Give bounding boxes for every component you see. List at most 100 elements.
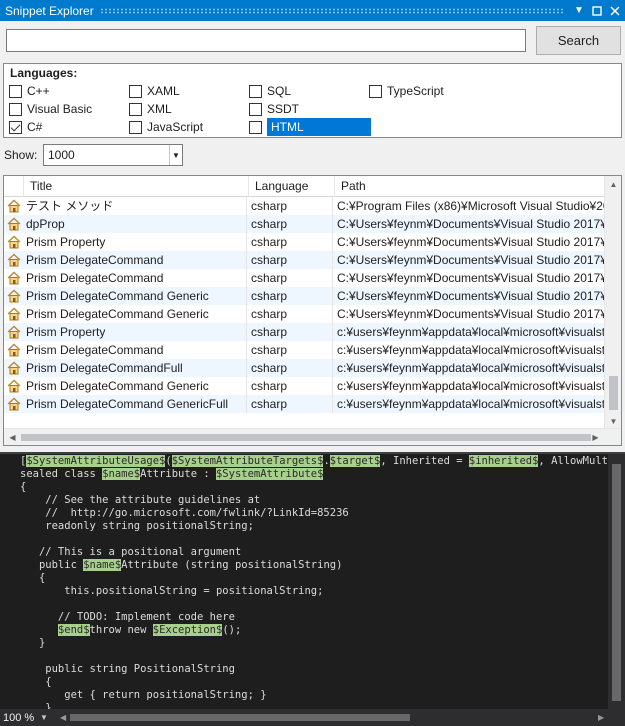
code-token: , Inherited =	[380, 455, 469, 467]
code-token: this.positionalString = positionalString…	[20, 585, 324, 597]
code-placeholder: $SystemAttributeUsage$	[26, 455, 166, 467]
scroll-right-icon[interactable]: ▶	[587, 429, 604, 445]
checkbox-cpp[interactable]: C++	[9, 82, 50, 100]
code-token: throw new	[89, 624, 153, 636]
checkbox-box[interactable]	[129, 84, 142, 98]
table-row[interactable]: Prism DelegateCommand csharp C:¥Users¥feyn…	[4, 269, 604, 287]
code-preview[interactable]: [$SystemAttributeUsage$($SystemAttribute…	[0, 452, 625, 709]
table-row[interactable]: Prism DelegateCommandFull csharp c:¥users¥…	[4, 359, 604, 377]
table-row[interactable]: Prism DelegateCommand GenericFull csharp c…	[4, 395, 604, 413]
checkbox-box[interactable]	[249, 120, 262, 134]
table-row[interactable]: Prism DelegateCommand Generic csharp c:¥us…	[4, 377, 604, 395]
cell-language: csharp	[247, 269, 333, 287]
show-count-select[interactable]: 1000 ▼	[43, 144, 183, 166]
table-row[interactable]: Prism Property csharp c:¥users¥feynm¥appda…	[4, 323, 604, 341]
cell-language: csharp	[247, 287, 333, 305]
table-row[interactable]: dpProp csharp C:¥Users¥feynm¥Documents¥Vis…	[4, 215, 604, 233]
header-icon-column	[4, 176, 24, 197]
checkbox-sql[interactable]: SQL	[249, 82, 291, 100]
cell-title: Prism DelegateCommand Generic	[24, 287, 247, 305]
scroll-right-icon[interactable]: ▶	[598, 709, 604, 726]
scroll-left-icon[interactable]: ◀	[4, 429, 21, 445]
cell-path: C:¥Users¥feynm¥Documents¥Visual Studio 2…	[337, 217, 604, 231]
cell-title: Prism Property	[24, 323, 247, 341]
code-line: // See the attribute guidelines at	[20, 494, 625, 507]
code-token: sealed class	[20, 468, 103, 480]
checkbox-label: JavaScript	[147, 120, 204, 134]
checkbox-typescript[interactable]: TypeScript	[369, 82, 444, 100]
scroll-thumb[interactable]	[612, 464, 621, 701]
title-grip[interactable]	[99, 7, 565, 14]
snippet-icon	[4, 325, 24, 339]
scroll-thumb[interactable]	[609, 376, 618, 410]
checkbox-label: HTML	[267, 118, 371, 136]
search-input[interactable]	[6, 29, 526, 52]
code-line: get { return positionalString; }	[20, 689, 625, 702]
cell-title: Prism DelegateCommand Generic	[24, 377, 247, 395]
cell-path: c:¥users¥feynm¥appdata¥local¥microsoft¥v…	[337, 379, 604, 393]
checkbox-javascript[interactable]: JavaScript	[129, 118, 203, 136]
checkbox-ssdt[interactable]: SSDT	[249, 100, 299, 118]
editor-horizontal-scrollbar[interactable]	[70, 714, 605, 721]
column-header-title[interactable]: Title	[24, 176, 249, 197]
cell-title: Prism DelegateCommand	[24, 251, 247, 269]
code-line: public $name$Attribute (string positiona…	[20, 559, 625, 572]
code-line: // http://go.microsoft.com/fwlink/?LinkI…	[20, 507, 625, 520]
close-icon[interactable]	[607, 3, 623, 19]
cell-path: C:¥Users¥feynm¥Documents¥Visual Studio 2…	[337, 235, 604, 249]
checkbox-box[interactable]	[9, 102, 22, 116]
code-token: Attribute :	[140, 468, 216, 480]
table-row[interactable]: Prism DelegateCommand csharp C:¥Users¥feyn…	[4, 251, 604, 269]
scroll-left-icon[interactable]: ◀	[60, 709, 66, 726]
code-line: }	[20, 702, 625, 709]
code-line: {	[20, 676, 625, 689]
checkbox-label: SSDT	[267, 102, 300, 116]
code-line: // This is a positional argument	[20, 546, 625, 559]
checkbox-visual-basic[interactable]: Visual Basic	[9, 100, 92, 118]
column-header-path[interactable]: Path	[335, 176, 606, 197]
table-vertical-scrollbar[interactable]: ▲ ▼	[604, 176, 621, 430]
checkbox-html[interactable]: HTML	[249, 118, 371, 136]
code-token: }	[20, 637, 46, 649]
snippet-icon	[4, 361, 24, 375]
column-header-language[interactable]: Language	[249, 176, 335, 197]
search-button[interactable]: Search	[536, 26, 621, 55]
table-row[interactable]: テスト メソッド csharp C:¥Program Files (x86)¥Mic…	[4, 197, 604, 215]
scroll-thumb[interactable]	[70, 714, 410, 721]
checkbox-csharp[interactable]: C#	[9, 118, 42, 136]
checkbox-box[interactable]	[249, 102, 262, 116]
scroll-thumb[interactable]	[21, 434, 591, 441]
table-horizontal-scrollbar[interactable]: ◀ ▶	[4, 428, 621, 445]
cell-title: Prism DelegateCommand Generic	[24, 305, 247, 323]
restore-icon[interactable]	[589, 3, 605, 19]
table-row[interactable]: Prism Property csharp C:¥Users¥feynm¥Docum…	[4, 233, 604, 251]
code-line: // TODO: Implement code here	[20, 611, 625, 624]
snippet-icon	[4, 217, 24, 231]
code-line: $end$throw new $Exception$();	[20, 624, 625, 637]
table-row[interactable]: Prism DelegateCommand csharp c:¥users¥feyn…	[4, 341, 604, 359]
checkbox-box[interactable]	[9, 84, 22, 98]
code-token: readonly string positionalString;	[20, 520, 254, 532]
checkbox-label: Visual Basic	[27, 102, 93, 116]
scroll-up-icon[interactable]: ▲	[605, 176, 621, 193]
cell-title: Prism DelegateCommandFull	[24, 359, 247, 377]
cell-title: Prism Property	[24, 233, 247, 251]
editor-vertical-scrollbar[interactable]	[608, 454, 625, 709]
checkbox-box[interactable]	[249, 84, 262, 98]
checkbox-xaml[interactable]: XAML	[129, 82, 180, 100]
dropdown-icon[interactable]: ▼	[571, 3, 587, 19]
checkbox-box[interactable]	[369, 84, 382, 98]
code-line: }	[20, 637, 625, 650]
zoom-level[interactable]: 100 %	[0, 712, 40, 724]
table-row[interactable]: Prism DelegateCommand Generic csharp C:¥Us…	[4, 305, 604, 323]
checkbox-box[interactable]	[129, 120, 142, 134]
code-line: sealed class $name$Attribute : $SystemAt…	[20, 468, 625, 481]
code-token: (	[165, 455, 172, 467]
chevron-down-icon[interactable]: ▼	[169, 145, 182, 165]
checkbox-box[interactable]	[129, 102, 142, 116]
chevron-down-icon[interactable]: ▼	[40, 713, 54, 722]
table-row[interactable]: Prism DelegateCommand Generic csharp C:¥Us…	[4, 287, 604, 305]
checkbox-xml[interactable]: XML	[129, 100, 172, 118]
checkbox-box-checked[interactable]	[9, 120, 22, 134]
